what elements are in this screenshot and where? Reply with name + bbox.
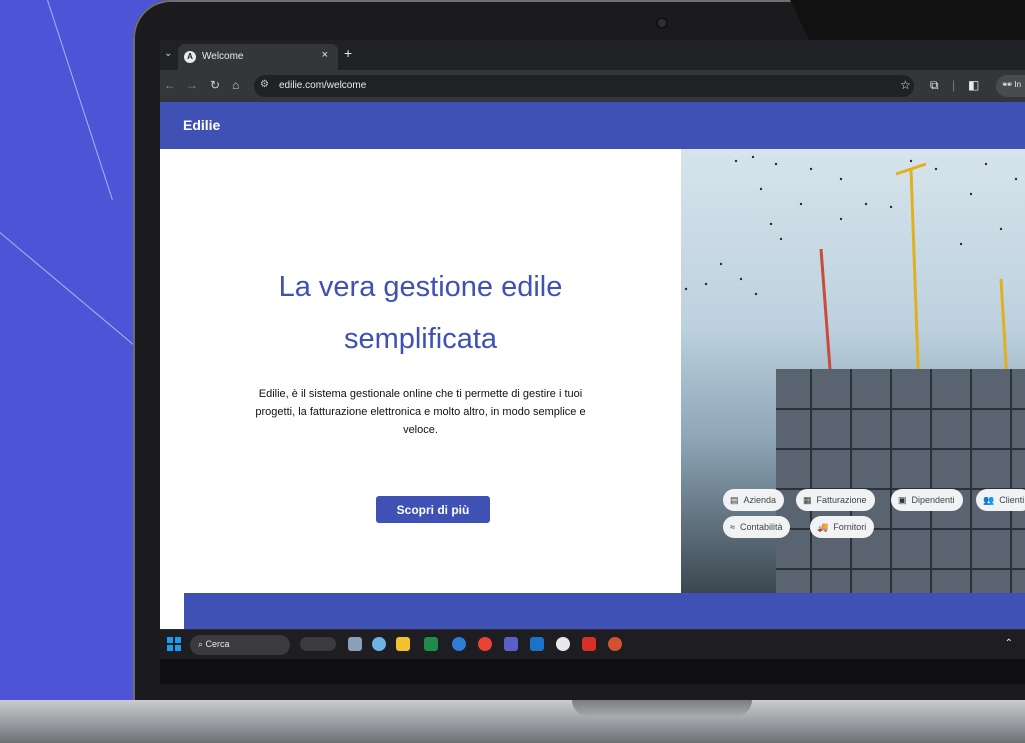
incognito-badge[interactable]: 🕶 In <box>996 75 1025 97</box>
screen-bezel-bottom <box>160 659 1025 684</box>
birds <box>684 155 1018 296</box>
app-header: Edilie <box>160 102 1025 149</box>
explorer-icon[interactable] <box>396 637 410 651</box>
footer-band <box>184 593 1025 629</box>
powerpoint-icon[interactable] <box>608 637 622 651</box>
forward-icon[interactable]: → <box>186 78 198 92</box>
decorative-line <box>47 0 113 201</box>
hero-title: La vera gestione edile semplificata <box>200 261 641 365</box>
feature-chip-clienti[interactable]: 👥 Clienti <box>976 489 1025 511</box>
outlook-icon[interactable] <box>530 637 544 651</box>
address-bar[interactable]: ⚙ edilie.com/welcome <box>254 75 914 97</box>
acrobat-icon[interactable] <box>582 637 596 651</box>
hero-image: ▤ Azienda ▦ Fatturazione ▣ Dipendenti 👥 Clie… <box>681 149 1025 593</box>
weather-icon[interactable] <box>372 637 386 651</box>
toolbar-divider: | <box>952 78 956 92</box>
windows-start-icon[interactable] <box>167 637 181 651</box>
truck-icon: 🚚 <box>817 522 829 532</box>
taskbar-search[interactable]: ⌕ Cerca <box>190 635 290 655</box>
search-placeholder: Cerca <box>205 639 230 649</box>
incognito-label: In <box>1014 80 1022 89</box>
home-icon[interactable]: ⌂ <box>232 78 239 92</box>
camera-icon <box>658 19 666 27</box>
incognito-icon: 🕶 <box>1002 80 1013 89</box>
new-tab-button[interactable]: + <box>344 45 352 61</box>
browser-tab[interactable]: A Welcome × <box>178 44 338 70</box>
favicon-icon: A <box>184 51 196 63</box>
building <box>776 369 1025 593</box>
brand-logo[interactable]: Edilie <box>183 117 220 133</box>
browser-toolbar: ← → ↻ ⌂ ⚙ edilie.com/welcome ☆ ⧉ | ◧ 🕶 I… <box>160 70 1025 102</box>
webex-icon[interactable] <box>452 637 466 651</box>
system-tray-chevron-icon[interactable]: ⌃ <box>1005 638 1013 649</box>
obs-icon[interactable] <box>556 637 570 651</box>
laptop-top-bezel <box>790 0 1025 40</box>
laptop-opening-notch <box>572 700 752 716</box>
building-icon: ▤ <box>730 495 739 505</box>
taskview-icon[interactable] <box>348 637 362 651</box>
feature-chip-contabilita[interactable]: ≈ Contabilità <box>723 516 791 538</box>
accounting-icon: ≈ <box>730 522 735 532</box>
tab-title: Welcome <box>202 51 244 62</box>
chevron-down-icon[interactable]: ⌄ <box>164 48 172 59</box>
feature-chip-fornitori[interactable]: 🚚 Fornitori <box>810 516 875 538</box>
sidepanel-icon[interactable]: ◧ <box>968 78 979 92</box>
hero-section: La vera gestione edile semplificata Edil… <box>160 149 681 593</box>
feature-chip-fatturazione[interactable]: ▦ Fatturazione <box>796 489 875 511</box>
back-icon[interactable]: ← <box>164 78 176 92</box>
teams-icon[interactable] <box>504 637 518 651</box>
hero-description: Edilie, è il sistema gestionale online c… <box>255 388 586 436</box>
star-icon[interactable]: ☆ <box>900 78 911 92</box>
feature-chip-dipendenti[interactable]: ▣ Dipendenti <box>891 489 963 511</box>
chrome-icon[interactable] <box>478 637 492 651</box>
badge-icon: ▣ <box>898 495 907 505</box>
hero-title-line1: La vera gestione edile <box>278 271 563 303</box>
os-taskbar: ⌕ Cerca ⌃ <box>160 629 1025 659</box>
site-settings-icon[interactable]: ⚙ <box>260 79 269 90</box>
page-margin <box>160 593 184 629</box>
excel-icon[interactable] <box>424 637 438 651</box>
cisco-icon[interactable] <box>300 637 336 651</box>
laptop-base <box>0 700 1025 743</box>
search-icon: ⌕ <box>198 639 206 649</box>
feature-chip-azienda[interactable]: ▤ Azienda <box>723 489 785 511</box>
close-icon[interactable]: × <box>322 49 328 61</box>
invoice-icon: ▦ <box>803 495 812 505</box>
people-icon: 👥 <box>983 495 995 505</box>
extensions-icon[interactable]: ⧉ <box>930 78 939 93</box>
laptop-screen: ⌄ A Welcome × + ← → ↻ ⌂ ⚙ edilie.com/wel… <box>160 40 1025 684</box>
reload-icon[interactable]: ↻ <box>210 78 220 92</box>
hero-title-line2: semplificata <box>343 323 498 355</box>
url-text: edilie.com/welcome <box>279 80 367 91</box>
browser-tabstrip: ⌄ A Welcome × + <box>160 40 1025 70</box>
decorative-line <box>0 232 138 349</box>
discover-more-button[interactable]: Scopri di più <box>376 496 490 523</box>
